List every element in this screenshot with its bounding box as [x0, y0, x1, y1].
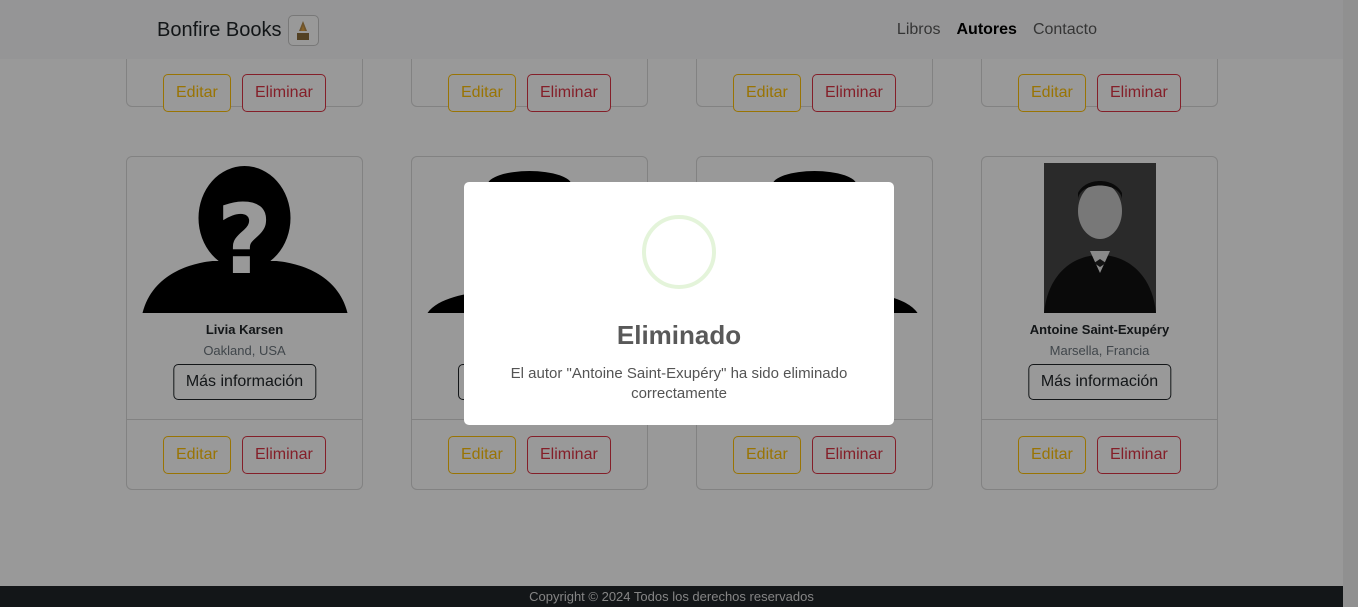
- dialog-title: Eliminado: [616, 320, 742, 350]
- success-icon: [642, 215, 716, 289]
- alert-dialog: Eliminado El autor "Antoine Saint-Exupér…: [464, 182, 894, 425]
- dialog-message: El autor "Antoine Saint-Exupéry" ha sido…: [510, 365, 848, 402]
